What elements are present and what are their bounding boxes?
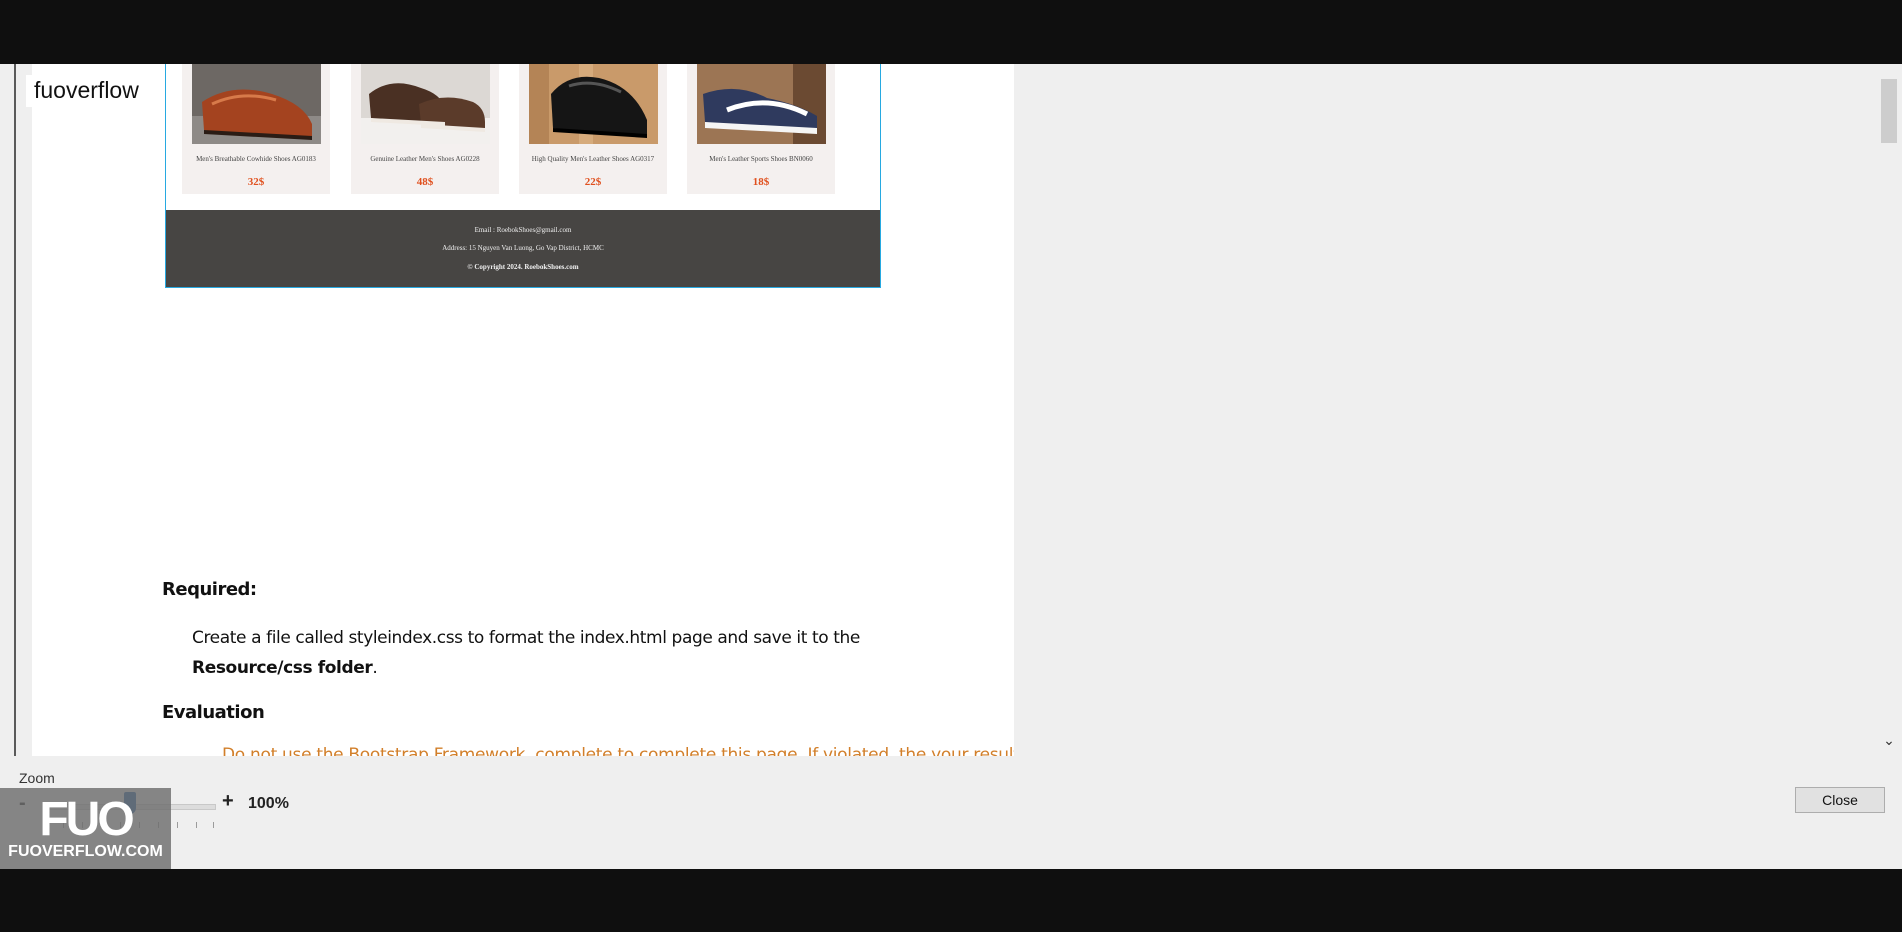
embedded-screenshot: Men's Breathable Cowhide Shoes AG0183 32… xyxy=(165,64,881,288)
product-price: 32$ xyxy=(247,176,265,188)
zoom-value: 100% xyxy=(248,795,289,812)
scrollbar-thumb[interactable] xyxy=(1881,79,1897,143)
product-name: High Quality Men's Leather Shoes AG0317 xyxy=(531,155,655,163)
product-image xyxy=(697,64,826,144)
product-name: Men's Leather Sports Shoes BN0060 xyxy=(709,155,813,163)
watermark-label: fuoverflow xyxy=(26,75,147,107)
product-card: Men's Breathable Cowhide Shoes AG0183 32… xyxy=(182,64,330,194)
watermark-logo: FUO xyxy=(39,793,134,846)
required-folder-path: Resource/css folder xyxy=(192,658,373,678)
close-button[interactable]: Close xyxy=(1795,787,1885,813)
required-heading: Required: xyxy=(162,579,257,600)
vertical-scrollbar[interactable]: ⌄ xyxy=(1871,64,1902,756)
product-price: 22$ xyxy=(584,176,602,188)
product-name: Men's Breathable Cowhide Shoes AG0183 xyxy=(196,155,316,163)
required-text: Create a file called styleindex.css to f… xyxy=(192,623,912,683)
required-period: . xyxy=(372,658,378,678)
document-page: Men's Breathable Cowhide Shoes AG0183 32… xyxy=(32,64,1014,756)
evaluation-heading: Evaluation xyxy=(162,702,265,723)
zoom-panel: Zoom - + 100% Close xyxy=(0,756,1902,869)
footer-address: Address: 15 Nguyen Van Luong, Go Vap Dis… xyxy=(442,244,604,252)
product-card: Men's Leather Sports Shoes BN0060 18$ xyxy=(687,64,835,194)
fuoverflow-watermark: FUO FUOVERFLOW.COM xyxy=(0,788,171,869)
footer-copyright: © Copyright 2024. RoebokShoes.com xyxy=(467,263,579,271)
required-text-body: Create a file called styleindex.css to f… xyxy=(192,628,860,648)
zoom-in-button[interactable]: + xyxy=(222,790,234,813)
footer-email: Email : RoebokShoes@gmail.com xyxy=(474,226,572,234)
product-image xyxy=(361,64,490,144)
site-footer: Email : RoebokShoes@gmail.com Address: 1… xyxy=(166,210,880,287)
evaluation-partial-text: Do not use the Bootstrap Framework, comp… xyxy=(222,745,1014,756)
zoom-label: Zoom xyxy=(19,770,55,786)
product-card: High Quality Men's Leather Shoes AG0317 … xyxy=(519,64,667,194)
chevron-down-icon[interactable]: ⌄ xyxy=(1881,732,1897,748)
product-name: Genuine Leather Men's Shoes AG0228 xyxy=(370,155,480,163)
product-image xyxy=(529,64,658,144)
product-price: 18$ xyxy=(752,176,770,188)
product-image xyxy=(192,64,321,144)
product-card: Genuine Leather Men's Shoes AG0228 48$ xyxy=(351,64,499,194)
document-viewport[interactable]: Men's Breathable Cowhide Shoes AG0183 32… xyxy=(16,64,1871,756)
product-price: 48$ xyxy=(416,176,434,188)
watermark-site: FUOVERFLOW.COM xyxy=(8,843,163,860)
document-viewer-window: Men's Breathable Cowhide Shoes AG0183 32… xyxy=(0,64,1902,869)
